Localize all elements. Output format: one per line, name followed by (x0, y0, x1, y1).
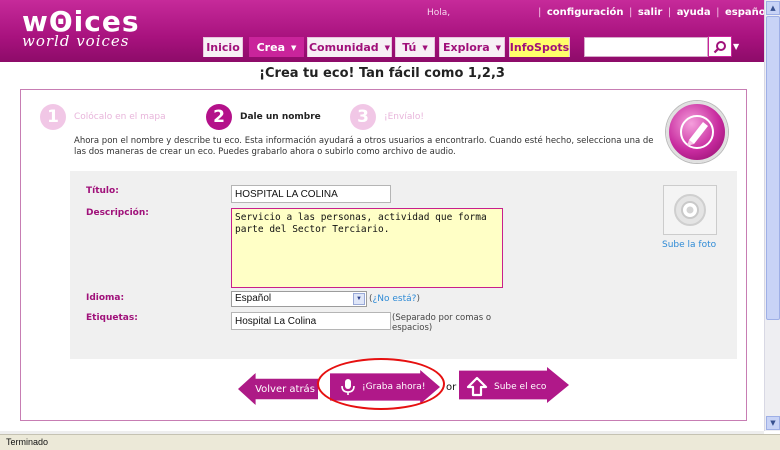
tab-inicio-label: Inicio (206, 41, 240, 54)
camera-icon (674, 194, 706, 226)
chevron-down-icon: ▼ (384, 43, 391, 52)
tab-explora-label: Explora (442, 41, 490, 54)
step-1[interactable]: 1 Colócalo en el mapa (40, 104, 166, 130)
search-icon (713, 40, 726, 53)
no-esta-text: (¿No está?) (369, 294, 420, 304)
greeting-text: Hola, (427, 8, 451, 18)
etiquetas-input[interactable]: Hospital La Colina (231, 312, 391, 330)
photo-upload-box[interactable] (663, 185, 717, 235)
link-ayuda[interactable]: ayuda (677, 7, 711, 18)
instructions-text: Ahora pon el nombre y describe tu eco. E… (74, 136, 654, 157)
tab-tu[interactable]: Tú ▼ (395, 37, 435, 57)
vertical-scrollbar[interactable]: ▲ ▼ (764, 0, 780, 431)
tab-comunidad[interactable]: Comunidad ▼ (307, 37, 392, 57)
chevron-down-icon: ▼ (422, 43, 428, 52)
chevron-down-icon: ▼ (291, 43, 297, 52)
scroll-thumb[interactable] (766, 16, 780, 320)
step-2: 2 Dale un nombre (206, 104, 321, 130)
step-2-label: Dale un nombre (240, 112, 321, 122)
chevron-down-icon: ▼ (495, 43, 502, 52)
tab-crea[interactable]: Crea ▼ (249, 37, 304, 57)
etiquetas-label: Etiquetas: (86, 313, 138, 323)
or-text: or (446, 382, 457, 393)
idioma-label: Idioma: (86, 293, 125, 303)
idioma-selected-value: Español (235, 293, 272, 304)
status-text: Terminado (6, 437, 49, 447)
titulo-input[interactable]: HOSPITAL LA COLINA (231, 185, 391, 203)
step-3: 3 ¡Envíalo! (350, 104, 424, 130)
search-options-chevron-icon[interactable]: ▼ (733, 42, 739, 51)
no-esta-link[interactable]: ¿No está? (373, 294, 417, 304)
tab-crea-label: Crea (256, 41, 285, 54)
tab-tu-label: Tú (402, 41, 417, 54)
tab-explora[interactable]: Explora ▼ (439, 37, 505, 57)
create-pencil-badge-icon (666, 101, 728, 163)
highlight-ring (317, 358, 445, 410)
sube-la-foto-link[interactable]: Sube la foto (662, 240, 716, 250)
sube-el-eco-content[interactable]: Sube el eco (466, 376, 546, 398)
scroll-up-icon[interactable]: ▲ (766, 1, 780, 15)
page-title: ¡Crea tu eco! Tan fácil como 1,2,3 (259, 66, 505, 81)
step-3-number: 3 (350, 104, 376, 130)
tab-comunidad-label: Comunidad (308, 41, 379, 54)
descripcion-textarea[interactable]: Servicio a las personas, actividad que f… (231, 208, 503, 288)
idioma-select[interactable]: Español ▼ (231, 291, 367, 307)
descripcion-label: Descripción: (86, 208, 149, 218)
step-3-label: ¡Envíalo! (384, 112, 424, 122)
etiquetas-hint: (Separado por comas o espacios) (392, 313, 492, 333)
scroll-down-icon[interactable]: ▼ (766, 416, 780, 430)
tab-inicio[interactable]: Inicio (203, 37, 243, 57)
status-bar: Terminado (0, 434, 780, 450)
upload-arrow-icon (466, 376, 488, 397)
link-salir[interactable]: salir (638, 7, 663, 18)
search-input[interactable] (584, 37, 708, 57)
voices-logo[interactable]: wꙨices world voices (22, 8, 140, 50)
chevron-down-icon[interactable]: ▼ (353, 293, 365, 305)
top-links: | configuración | salir | ayuda | españo… (538, 7, 780, 18)
tab-infospots-label: InfoSpots (509, 41, 570, 54)
step-2-number: 2 (206, 104, 232, 130)
volver-atras-label: Volver atrás (255, 383, 315, 395)
search-button[interactable] (708, 36, 732, 57)
link-configuracion[interactable]: configuración (547, 7, 624, 18)
step-1-number: 1 (40, 104, 66, 130)
tab-infospots[interactable]: InfoSpots (509, 37, 570, 57)
titulo-label: Título: (86, 186, 119, 196)
logo-sub-text: world voices (22, 32, 130, 50)
step-1-label: Colócalo en el mapa (74, 112, 166, 122)
no-esta-close: ) (416, 294, 420, 304)
sube-el-eco-label: Sube el eco (494, 382, 547, 392)
